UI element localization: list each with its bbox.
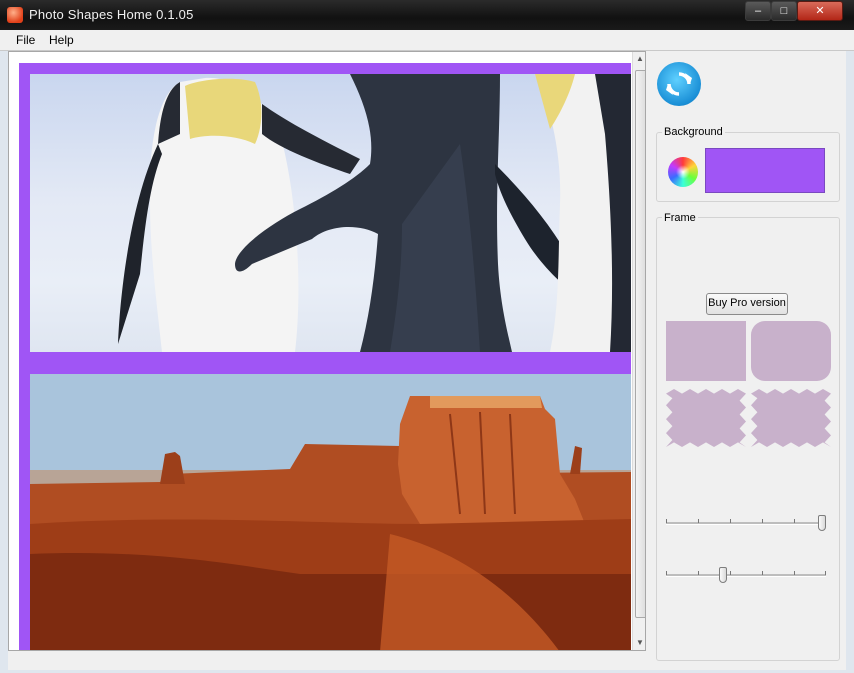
frame-size-slider[interactable] <box>666 515 826 531</box>
color-wheel-icon[interactable] <box>668 157 698 187</box>
buy-pro-button[interactable]: Buy Pro version <box>706 293 788 315</box>
canvas-view[interactable]: ▲ ▼ ◀ ▶ <box>8 51 646 651</box>
frame-label: Frame <box>662 212 698 224</box>
slider-track <box>666 571 826 577</box>
menu-bar: File Help <box>0 30 854 51</box>
frame-shape-rounded[interactable] <box>751 321 831 381</box>
vertical-scrollbar[interactable]: ▲ ▼ <box>632 52 645 650</box>
slider-thumb[interactable] <box>719 567 728 583</box>
penguins-illustration <box>118 74 631 352</box>
maximize-icon: □ <box>780 5 788 17</box>
close-icon: ✕ <box>815 5 825 17</box>
side-panel: Background Frame Buy Pro version <box>648 51 846 670</box>
client-area: ▲ ▼ ◀ ▶ Background <box>8 51 846 670</box>
refresh-button[interactable] <box>657 62 701 106</box>
close-button[interactable]: ✕ <box>797 1 843 21</box>
minimize-button[interactable]: ‒ <box>745 1 771 21</box>
desert-illustration <box>30 374 631 650</box>
scroll-down-arrow-icon[interactable]: ▼ <box>636 638 644 647</box>
scroll-up-arrow-icon[interactable]: ▲ <box>636 54 644 63</box>
app-window: Photo Shapes Home 0.1.05 ‒ □ ✕ File Help <box>0 0 854 673</box>
frame-shape-wavy-1[interactable] <box>666 389 746 447</box>
menu-help[interactable]: Help <box>49 33 74 47</box>
app-icon <box>7 7 23 23</box>
slider-track <box>666 519 826 525</box>
title-bar[interactable]: Photo Shapes Home 0.1.05 ‒ □ ✕ <box>0 0 854 30</box>
background-label: Background <box>662 126 725 138</box>
maximize-button[interactable]: □ <box>771 1 797 21</box>
frame-shape-rectangle[interactable] <box>666 321 746 381</box>
window-title: Photo Shapes Home 0.1.05 <box>29 7 194 22</box>
refresh-icon <box>666 72 692 96</box>
background-color-swatch[interactable] <box>705 148 825 193</box>
desert-photo[interactable] <box>30 374 631 650</box>
slider-thumb[interactable] <box>818 515 826 531</box>
menu-file[interactable]: File <box>16 33 35 47</box>
minimize-icon: ‒ <box>754 5 762 17</box>
frame-detail-slider[interactable] <box>666 567 826 583</box>
frame-shape-wavy-2[interactable] <box>751 389 831 447</box>
vertical-scroll-thumb[interactable] <box>635 70 645 618</box>
penguins-photo[interactable] <box>30 74 631 352</box>
